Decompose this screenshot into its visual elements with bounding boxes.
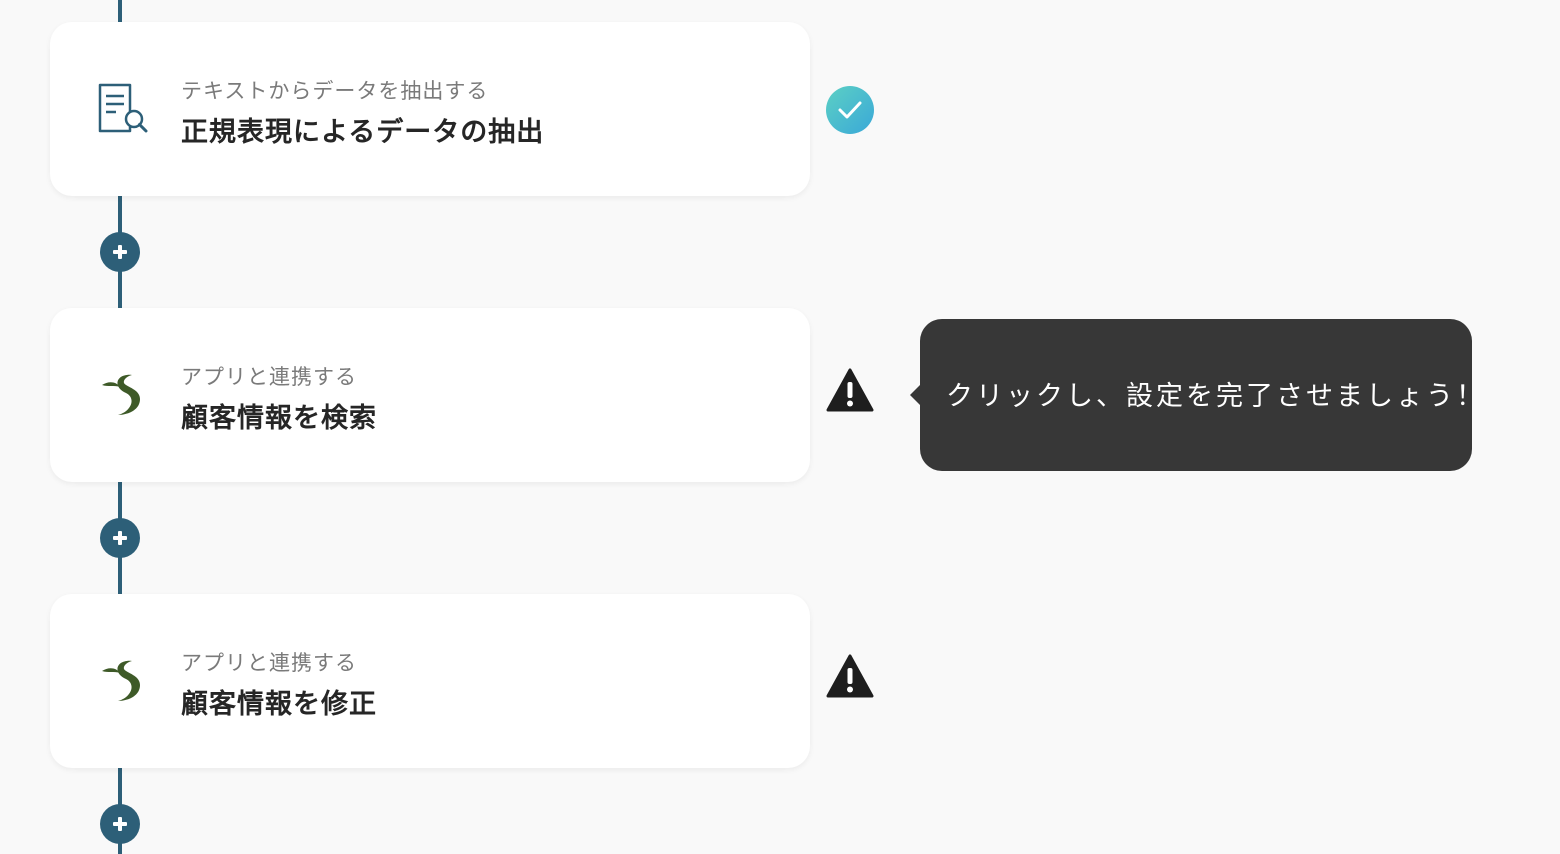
add-step-button[interactable] (100, 232, 140, 272)
check-complete-icon (826, 86, 874, 134)
document-search-icon (98, 83, 148, 133)
step-title: 顧客情報を検索 (181, 403, 377, 434)
add-step-button[interactable] (100, 804, 140, 844)
warning-icon (826, 368, 874, 412)
tooltip-arrow (910, 385, 920, 405)
app-logo-icon (102, 374, 140, 415)
step-subtitle: アプリと連携する (181, 365, 357, 389)
tooltip-text: クリックし、設定を完了させましょう！ (946, 381, 1486, 412)
step-title: 正規表現によるデータの抽出 (181, 117, 545, 148)
setup-tooltip[interactable]: クリックし、設定を完了させましょう！ (910, 319, 1483, 471)
step-card-update-customer[interactable]: アプリと連携する 顧客情報を修正 (50, 594, 810, 768)
step-card-search-customer[interactable]: アプリと連携する 顧客情報を検索 (50, 308, 810, 482)
step-subtitle: テキストからデータを抽出する (181, 79, 489, 103)
app-logo-icon (102, 660, 140, 701)
step-card-extract[interactable]: テキストからデータを抽出する 正規表現によるデータの抽出 (50, 22, 810, 196)
warning-icon (826, 654, 874, 698)
step-title: 顧客情報を修正 (181, 689, 377, 720)
add-step-button[interactable] (100, 518, 140, 558)
flow-connector (118, 0, 122, 22)
step-subtitle: アプリと連携する (181, 651, 357, 675)
flow-canvas: テキストからデータを抽出する 正規表現によるデータの抽出 アプリと連携する 顧客… (0, 0, 1560, 854)
